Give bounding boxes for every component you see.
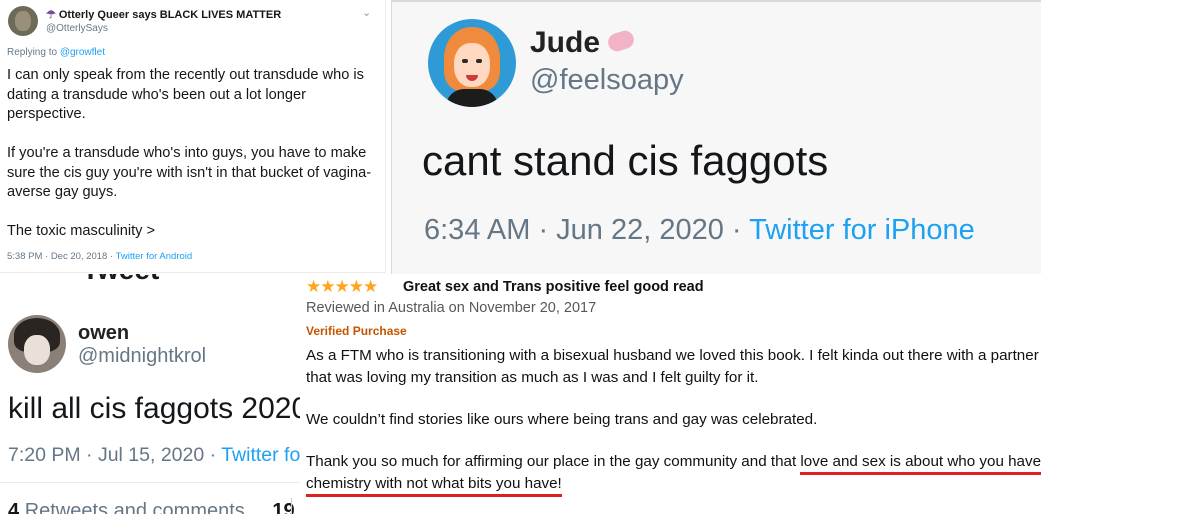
handle[interactable]: @OtterlySays (46, 23, 108, 34)
display-name[interactable]: ☂ Otterly Queer says BLACK LIVES MATTER (46, 8, 281, 21)
retweets-count: 4 (8, 500, 20, 514)
umbrella-icon: ☂ (46, 9, 56, 21)
tweet-feelsoapy: Jude @feelsoapy cant stand cis faggots 6… (391, 0, 1041, 274)
tweet-timestamp: 6:34 AM · Jun 22, 2020 · Twitter for iPh… (424, 214, 975, 246)
handle[interactable]: @midnightkrol (78, 345, 206, 368)
verified-purchase-badge: Verified Purchase (306, 324, 407, 338)
star-rating-icon: ★★★★★ (306, 277, 378, 296)
source-link[interactable]: Twitter for (221, 444, 300, 466)
soap-icon (605, 28, 637, 54)
tweet-timestamp: 5:38 PM · Dec 20, 2018 · Twitter for And… (7, 251, 193, 262)
review-body: As a FTM who is transitioning with a bis… (306, 345, 1046, 514)
page-title: Tweet (82, 274, 159, 286)
display-name[interactable]: Jude (530, 26, 637, 60)
review-date: Reviewed in Australia on November 20, 20… (306, 300, 597, 316)
tweet-paragraph: I can only speak from the recently out t… (7, 67, 364, 122)
avatar[interactable] (8, 6, 38, 36)
tweet-timestamp: 7:20 PM · Jul 15, 2020 · Twitter for (8, 444, 300, 467)
tweet-text: kill all cis faggots 2020 (8, 392, 300, 425)
tweet-paragraph: If you're a transdude who's into guys, y… (7, 145, 372, 200)
display-name[interactable]: owen (78, 322, 129, 345)
avatar[interactable] (8, 315, 66, 373)
retweets-label: Retweets and comments (24, 500, 245, 514)
divider (291, 498, 292, 514)
review-title[interactable]: Great sex and Trans positive feel good r… (403, 279, 704, 295)
review-paragraph: We couldn’t find stories like ours where… (306, 411, 818, 428)
tweet-body: I can only speak from the recently out t… (7, 66, 379, 261)
replying-to: Replying to @growflet (7, 47, 105, 58)
handle[interactable]: @feelsoapy (530, 64, 684, 97)
divider (0, 482, 300, 483)
review-paragraph: As a FTM who is transitioning with a bis… (306, 347, 1039, 386)
chevron-down-icon[interactable]: ⌄ (362, 6, 371, 19)
source-link[interactable]: Twitter for Android (116, 251, 193, 262)
review-paragraph: Thank you so much for affirming our plac… (306, 451, 1046, 497)
reply-mention-link[interactable]: @growflet (60, 47, 105, 58)
source-link[interactable]: Twitter for iPhone (749, 214, 975, 246)
tweet-otterlysays: ☂ Otterly Queer says BLACK LIVES MATTER @… (0, 0, 386, 273)
tweet-paragraph: The toxic masculinity > (7, 223, 156, 239)
avatar[interactable] (428, 19, 516, 107)
engagement-stats[interactable]: 4 Retweets and comments 19 (8, 500, 295, 514)
amazon-review: ★★★★★ Great sex and Trans positive feel … (300, 274, 1200, 514)
tweet-midnightkrol: Tweet owen @midnightkrol kill all cis fa… (0, 274, 300, 514)
tweet-text: cant stand cis faggots (422, 137, 829, 184)
